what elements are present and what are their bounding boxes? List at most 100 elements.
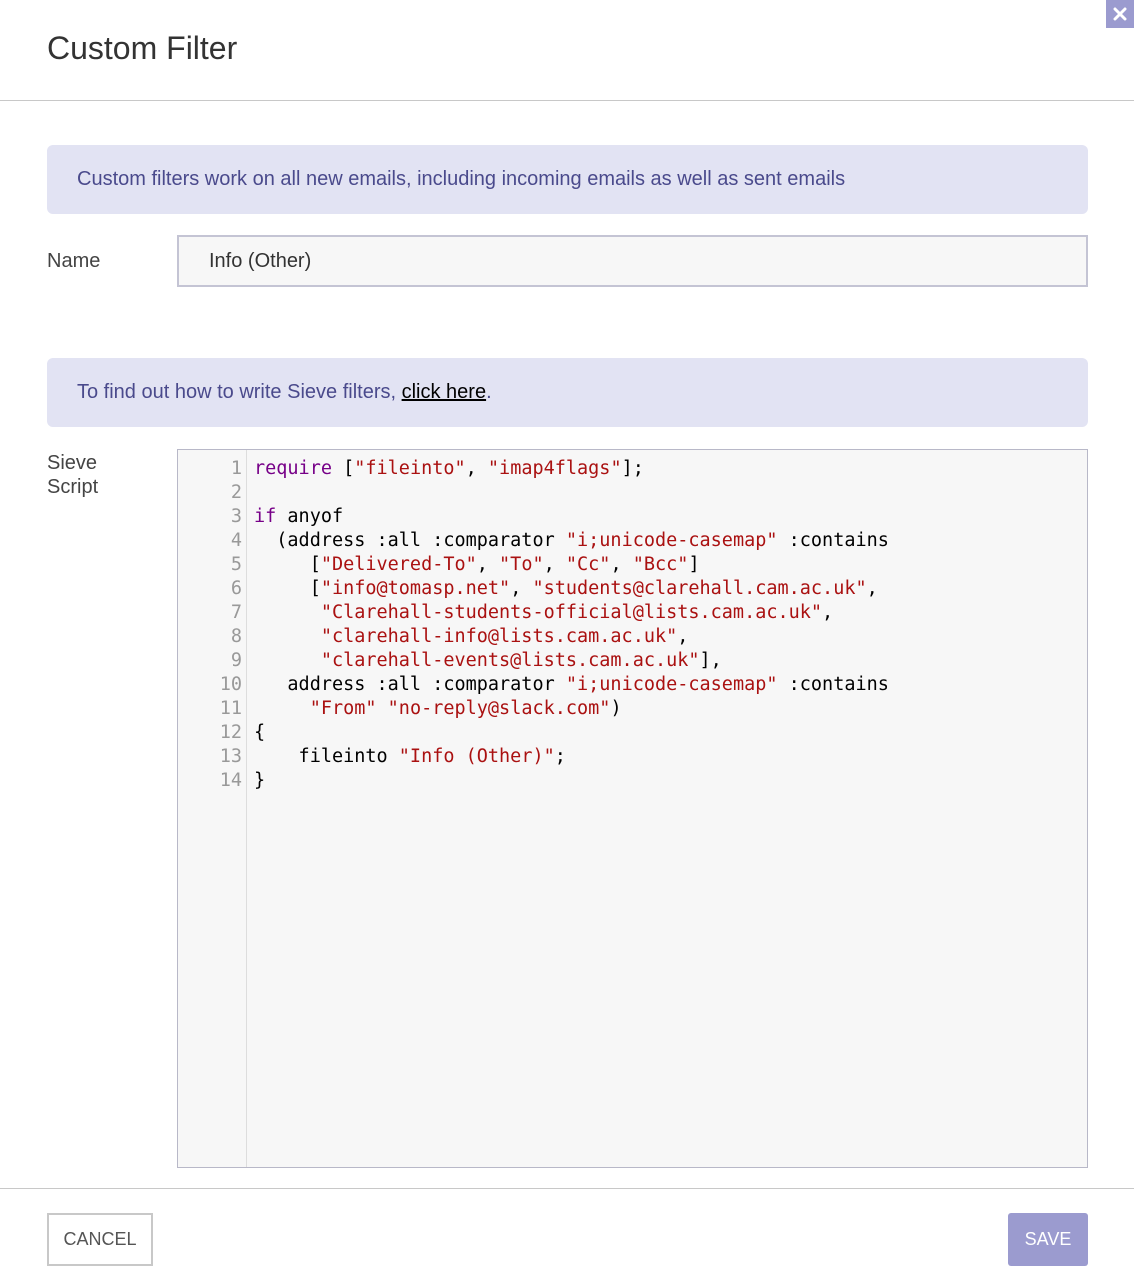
code-line: 13 fileinto "Info (Other)"; — [178, 745, 1087, 769]
sieve-code-editor[interactable]: 1 require ["fileinto", "imap4flags"]; 2 3 if… — [177, 449, 1088, 1168]
code-string: "To" — [499, 554, 544, 575]
code-line: 6 ["info@tomasp.net", "students@clarehal… — [178, 577, 1087, 601]
line-number: 9 — [230, 650, 242, 671]
dialog-footer — [0, 1188, 1134, 1288]
help-banner-suffix: . — [486, 381, 492, 403]
code-token: ) — [610, 698, 622, 719]
code-token: [ — [254, 578, 321, 599]
code-string: "Info (Other)" — [398, 746, 555, 767]
code-line: 1 require ["fileinto", "imap4flags"]; — [178, 457, 1087, 481]
code-string: "fileinto" — [354, 458, 466, 479]
code-text: { — [242, 721, 265, 745]
code-token: , — [465, 458, 488, 479]
line-number: 3 — [230, 506, 242, 527]
code-token: } — [254, 770, 266, 791]
code-token: anyof — [276, 506, 344, 527]
line-number: 14 — [219, 770, 242, 791]
code-token: ] — [688, 554, 700, 575]
code-string: "Cc" — [565, 554, 611, 575]
code-line: 14} — [178, 769, 1087, 793]
line-number: 12 — [219, 722, 242, 743]
code-string: "i;unicode-casemap" — [565, 530, 778, 551]
code-token: , — [822, 602, 834, 623]
code-token: address :all :comparator — [254, 674, 566, 695]
code-token: , — [677, 626, 689, 647]
code-text: } — [242, 769, 265, 793]
code-string: "Delivered-To" — [320, 554, 477, 575]
code-token: :contains — [777, 530, 889, 551]
code-text: address :all :comparator "i;unicode-case… — [242, 673, 889, 697]
code-string: "i;unicode-casemap" — [565, 674, 778, 695]
code-token: , — [543, 554, 566, 575]
code-token: , — [510, 578, 533, 599]
code-line: 9 "clarehall-events@lists.cam.ac.uk"], — [178, 649, 1087, 673]
help-banner-text: To find out how to write Sieve filters, … — [77, 381, 492, 404]
code-line: 10 address :all :comparator "i;unicode-c… — [178, 673, 1087, 697]
code-keyword: if — [254, 506, 277, 527]
help-banner-prefix: To find out how to write Sieve filters, — [77, 381, 402, 403]
line-number: 8 — [230, 626, 242, 647]
code-string: "Clarehall-students-official@lists.cam.a… — [320, 602, 823, 623]
code-token: (address :all :comparator — [254, 530, 566, 551]
code-text: "clarehall-info@lists.cam.ac.uk", — [242, 625, 689, 649]
code-token: [ — [331, 458, 355, 479]
code-string: "clarehall-events@lists.cam.ac.uk" — [320, 650, 700, 671]
code-text: ["info@tomasp.net", "students@clarehall.… — [242, 577, 878, 601]
code-string: "clarehall-info@lists.cam.ac.uk" — [320, 626, 678, 647]
code-text: "From" "no-reply@slack.com") — [242, 697, 622, 721]
code-token: [ — [254, 554, 321, 575]
code-line: 11 "From" "no-reply@slack.com") — [178, 697, 1087, 721]
line-number: 11 — [219, 698, 242, 719]
code-string: "imap4flags" — [487, 458, 622, 479]
code-text: ["Delivered-To", "To", "Cc", "Bcc"] — [242, 553, 700, 577]
sieve-script-label: Sieve Script — [47, 452, 99, 498]
code-text: require ["fileinto", "imap4flags"]; — [242, 457, 644, 481]
code-token: , — [866, 578, 878, 599]
info-banner-text: Custom filters work on all new emails, i… — [77, 168, 846, 190]
code-token: ], — [699, 650, 722, 671]
cancel-button[interactable]: CANCEL — [47, 1213, 153, 1266]
code-line: 12 { — [178, 721, 1087, 745]
info-banner: Custom filters work on all new emails, i… — [47, 145, 1088, 214]
code-line: 3 if anyof — [178, 505, 1087, 529]
code-string: "info@tomasp.net" — [320, 578, 511, 599]
code-line: 7 "Clarehall-students-official@lists.cam… — [178, 601, 1087, 625]
dialog-header: Custom Filter — [0, 0, 1134, 101]
code-token: ; — [554, 746, 566, 767]
code-text: (address :all :comparator "i;unicode-cas… — [242, 529, 889, 553]
code-keyword: require — [254, 458, 332, 479]
line-number: 13 — [219, 746, 242, 767]
code-text: "Clarehall-students-official@lists.cam.a… — [242, 601, 833, 625]
line-number: 10 — [219, 674, 242, 695]
code-line: 5 ["Delivered-To", "To", "Cc", "Bcc"] — [178, 553, 1087, 577]
line-number: 4 — [230, 530, 242, 551]
name-input[interactable] — [177, 235, 1088, 287]
code-string: "no-reply@slack.com" — [387, 698, 611, 719]
line-number: 1 — [230, 458, 242, 479]
code-token: , — [476, 554, 500, 575]
line-number: 6 — [230, 578, 242, 599]
code-text: if anyof — [242, 505, 343, 529]
code-text: fileinto "Info (Other)"; — [242, 745, 566, 769]
help-banner: To find out how to write Sieve filters, … — [47, 358, 1088, 427]
code-token: , — [610, 554, 633, 575]
line-number: 7 — [230, 602, 242, 623]
line-number: 5 — [230, 554, 242, 575]
code-token: :contains — [777, 674, 889, 695]
code-token: ]; — [621, 458, 644, 479]
help-link[interactable]: click here — [402, 381, 486, 403]
code-token: fileinto — [254, 746, 399, 767]
code-line: 2 — [178, 481, 1087, 505]
dialog-title: Custom Filter — [47, 30, 238, 66]
save-button[interactable]: SAVE — [1008, 1213, 1088, 1266]
code-text: "clarehall-events@lists.cam.ac.uk"], — [242, 649, 722, 673]
code-lines[interactable]: 1 require ["fileinto", "imap4flags"]; 2 3 if… — [178, 457, 1087, 793]
code-line: 4 (address :all :comparator "i;unicode-c… — [178, 529, 1087, 553]
line-number: 2 — [230, 482, 242, 503]
